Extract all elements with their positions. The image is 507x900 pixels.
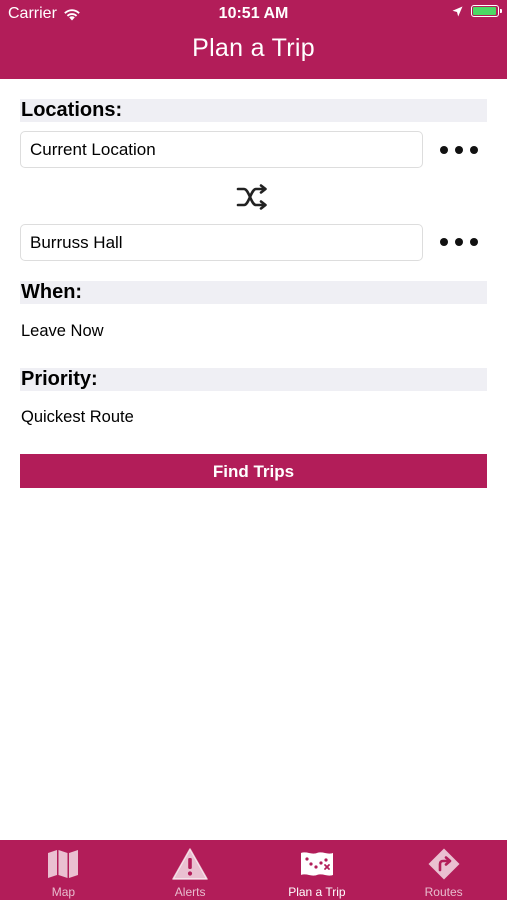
ellipsis-icon [455,238,463,246]
ellipsis-icon [470,146,478,154]
destination-more-button[interactable] [440,230,478,254]
origin-more-button[interactable] [440,138,478,162]
swap-locations-button[interactable] [236,184,270,210]
when-section-header: When: [20,281,487,304]
tab-label: Alerts [174,885,206,899]
when-value[interactable]: Leave Now [21,322,104,341]
ellipsis-icon [440,146,448,154]
battery-level-fill [473,7,496,15]
status-bar: Carrier 10:51 AM [0,0,507,28]
page-title: Plan a Trip [192,34,315,62]
route-sign-icon [428,848,460,880]
tab-label: Map [51,885,76,899]
tab-map[interactable]: Map [0,840,127,900]
trip-map-icon [300,852,333,876]
navigation-header: Carrier 10:51 AM Plan a Trip [0,0,507,79]
map-icon [48,850,79,878]
origin-location-field[interactable]: Current Location [20,131,423,168]
status-right-indicators [452,5,502,17]
shuffle-icon [236,184,267,210]
battery-icon [471,5,502,17]
ellipsis-icon [470,238,478,246]
tab-alerts[interactable]: Alerts [127,840,254,900]
find-trips-button[interactable]: Find Trips [20,454,487,488]
tab-routes[interactable]: Routes [380,840,507,900]
location-arrow-icon [452,6,463,16]
tab-bar: Map Alerts Plan a Trip Routes [0,840,507,900]
tab-label: Plan a Trip [288,885,346,899]
destination-location-field[interactable]: Burruss Hall [20,224,423,261]
ellipsis-icon [440,238,448,246]
battery-nub [500,9,502,13]
priority-value[interactable]: Quickest Route [21,408,134,427]
tab-plan-a-trip[interactable]: Plan a Trip [254,840,381,900]
tab-label: Routes [424,885,463,899]
locations-section-header: Locations: [20,99,487,122]
ellipsis-icon [455,146,463,154]
alert-triangle-icon [172,848,208,880]
priority-section-header: Priority: [20,368,487,391]
status-time: 10:51 AM [218,5,289,22]
plan-trip-screen: Carrier 10:51 AM Plan a Trip Locations: … [0,0,507,900]
